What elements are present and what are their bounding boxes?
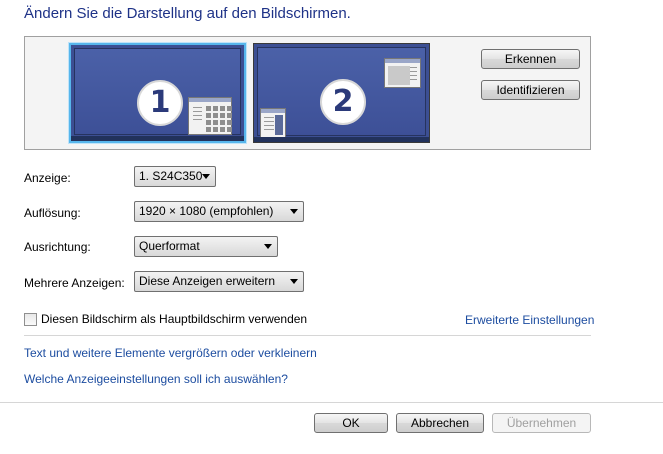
orientation-select[interactable]: Querformat (134, 236, 278, 257)
monitor-number-badge: 2 (320, 79, 366, 125)
monitor-1-screen: 1 (74, 48, 241, 135)
text-size-link[interactable]: Text und weitere Elemente vergrößern ode… (24, 346, 317, 360)
monitor-taskbar (254, 137, 429, 142)
multiple-displays-select[interactable]: Diese Anzeigen erweitern (134, 271, 304, 292)
ok-button[interactable]: OK (314, 413, 388, 433)
multiple-displays-select-value: Diese Anzeigen erweitern (139, 274, 276, 288)
window-small-icon (260, 108, 286, 138)
apply-button[interactable]: Übernehmen (492, 413, 591, 433)
display-select-value: 1. S24C350 (139, 169, 203, 183)
monitor-taskbar (71, 136, 244, 141)
page-title: Ändern Sie die Darstellung auf den Bilds… (24, 5, 351, 22)
orientation-label: Ausrichtung: (24, 240, 91, 254)
monitor-number: 1 (149, 85, 171, 120)
monitor-number: 2 (332, 84, 354, 119)
orientation-select-value: Querformat (139, 239, 200, 253)
resolution-label: Auflösung: (24, 206, 81, 220)
multiple-displays-label: Mehrere Anzeigen: (24, 276, 125, 290)
identify-button[interactable]: Identifizieren (481, 80, 580, 100)
chevron-down-icon (290, 279, 298, 284)
main-display-checkbox-label[interactable]: Diesen Bildschirm als Hauptbildschirm ve… (41, 312, 307, 326)
advanced-settings-link[interactable]: Erweiterte Einstellungen (465, 313, 594, 327)
which-settings-link[interactable]: Welche Anzeigeeinstellungen soll ich aus… (24, 372, 288, 386)
monitor-number-badge: 1 (137, 80, 183, 126)
window-grid-icon (188, 97, 232, 135)
window-small-icon (384, 58, 421, 88)
main-display-checkbox[interactable] (24, 313, 37, 326)
chevron-down-icon (202, 174, 210, 179)
cancel-button[interactable]: Abbrechen (396, 413, 484, 433)
display-select[interactable]: 1. S24C350 (134, 166, 216, 187)
chevron-down-icon (264, 244, 272, 249)
monitor-2-screen: 2 (257, 47, 426, 138)
divider (24, 335, 591, 336)
footer-divider (0, 402, 663, 403)
detect-button[interactable]: Erkennen (481, 49, 580, 69)
monitor-2[interactable]: 2 (253, 43, 430, 143)
resolution-select[interactable]: 1920 × 1080 (empfohlen) (134, 201, 304, 222)
chevron-down-icon (290, 209, 298, 214)
monitor-1[interactable]: 1 (69, 43, 246, 143)
resolution-select-value: 1920 × 1080 (empfohlen) (139, 204, 274, 218)
display-label: Anzeige: (24, 171, 71, 185)
